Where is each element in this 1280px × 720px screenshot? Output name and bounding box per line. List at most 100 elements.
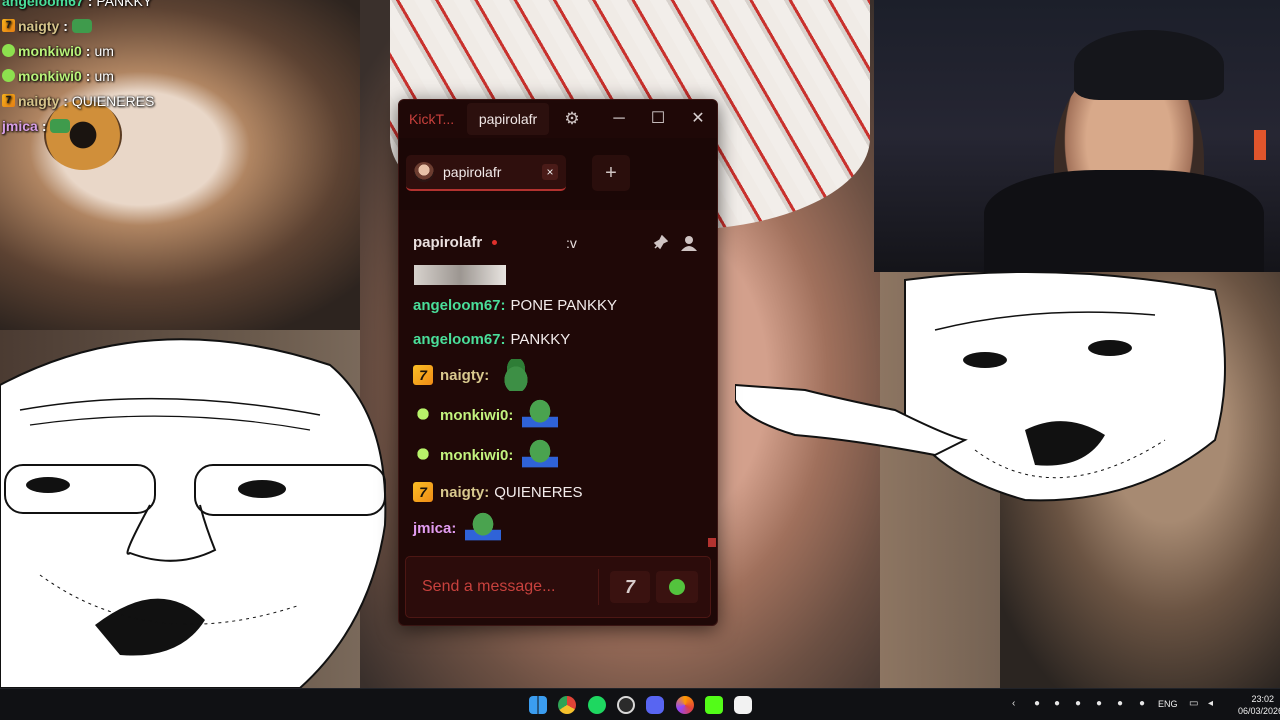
username[interactable]: monkiwi0 — [440, 407, 508, 424]
chatroom-tab-papirolafr[interactable]: papirolafr × — [406, 155, 566, 191]
channel-name: papirolafr — [413, 234, 483, 251]
separator: : — [484, 483, 490, 501]
gear-icon[interactable]: ⚙ — [563, 110, 581, 128]
tray-icon[interactable]: ● — [1034, 698, 1040, 709]
chat-header: papirolafr :v — [399, 227, 717, 261]
chatroom-tab-label: papirolafr — [443, 164, 502, 180]
discord-icon[interactable] — [646, 696, 664, 714]
username[interactable]: angeloom67 — [413, 331, 501, 348]
alien-badge-icon — [2, 69, 15, 82]
tray-icon[interactable]: ● — [1117, 698, 1123, 709]
overlay-message: um — [94, 42, 114, 59]
overlay-chat-line: jmica: — [2, 113, 332, 138]
overlay-chat-line: 7 naigty: — [2, 13, 332, 38]
alien-badge-icon — [413, 405, 433, 425]
username[interactable]: angeloom67 — [413, 297, 501, 314]
alien-badge-icon — [413, 445, 433, 465]
chat-message[interactable]: angeloom67: PANKKY — [413, 323, 570, 355]
firefox-icon[interactable] — [676, 696, 694, 714]
scrollbar[interactable] — [708, 538, 716, 547]
tray-icon[interactable]: ● — [1096, 698, 1102, 709]
overlay-message: QUIENERES — [71, 92, 155, 109]
chatroom-tabs: papirolafr × + — [399, 138, 717, 210]
seven-tv-emote-button[interactable]: 7 — [610, 571, 650, 603]
microphone-icon[interactable]: ● — [1139, 698, 1145, 709]
chat-messages: angeloom67: PONE PANKKY angeloom67: PANKKY 7… — [399, 265, 709, 551]
windows-start-icon[interactable] — [529, 696, 547, 714]
emote-icon — [522, 399, 559, 431]
username[interactable]: monkiwi0 — [440, 447, 508, 464]
overlay-message: PANKKY — [96, 0, 153, 9]
seven-tv-badge-icon: 7 — [2, 19, 15, 32]
network-icon[interactable]: ▭ — [1189, 698, 1198, 709]
avatar — [414, 162, 434, 182]
tray-icon[interactable]: ● — [1075, 698, 1081, 709]
separator: : — [500, 296, 506, 314]
stream-chat-overlay: angeloom67: PANKKY 7 naigty: monkiwi0: um monk… — [2, 0, 332, 138]
obs-icon[interactable] — [617, 696, 635, 714]
separator: : — [85, 42, 91, 59]
seven-tv-badge-icon: 7 — [2, 94, 15, 107]
tray-icon[interactable]: ● — [1054, 698, 1060, 709]
username[interactable]: naigty — [440, 367, 484, 384]
pin-icon[interactable] — [652, 234, 669, 251]
seven-tv-badge-icon: 7 — [413, 365, 433, 385]
minimize-button[interactable]: ─ — [608, 108, 630, 130]
emote-icon — [522, 439, 559, 471]
kick-icon[interactable] — [705, 696, 723, 714]
overlay-message: um — [94, 67, 114, 84]
chat-message[interactable]: 7 naigty: QUIENERES — [413, 476, 583, 508]
separator: : — [508, 406, 514, 424]
emote-icon — [50, 118, 71, 133]
divider — [598, 569, 599, 605]
kicktalk-icon[interactable] — [734, 696, 752, 714]
overlay-chat-line: angeloom67: PANKKY — [2, 0, 332, 13]
maximize-button[interactable]: ☐ — [647, 108, 669, 130]
chat-message[interactable]: monkiwi0: — [413, 439, 559, 471]
wojak-drawing-right — [735, 271, 1226, 502]
message-text: PANKKY — [510, 330, 571, 348]
overlay-username: jmica — [2, 117, 38, 134]
stream-title: :v — [566, 235, 577, 251]
message-input[interactable] — [406, 557, 596, 617]
emote-icon — [465, 512, 502, 544]
separator: : — [451, 519, 457, 537]
clock-time: 23:02 — [1251, 694, 1274, 704]
chevron-up-icon[interactable]: ‹ — [1012, 698, 1015, 709]
chat-message[interactable]: monkiwi0: — [413, 399, 559, 431]
message-text: PONE PANKKY — [510, 296, 617, 314]
message-text: QUIENERES — [494, 483, 583, 501]
taskbar: ‹ ● ● ● ● ● ● ENG ▭ ◂ 23:02 06/03/2026 — [0, 688, 1280, 720]
separator: : — [87, 0, 93, 9]
close-tab-icon[interactable]: × — [542, 164, 558, 180]
chat-message[interactable]: angeloom67: PONE PANKKY — [413, 289, 617, 321]
volume-icon[interactable]: ◂ — [1208, 698, 1213, 709]
message-image-thumbnail — [414, 265, 506, 285]
channel-title-tab[interactable]: papirolafr — [467, 103, 549, 135]
kick-emote-icon[interactable] — [656, 571, 698, 603]
webcam-feed — [874, 0, 1280, 272]
separator: : — [484, 366, 490, 384]
username[interactable]: naigty — [440, 484, 484, 501]
add-chatroom-button[interactable]: + — [592, 155, 630, 191]
separator: : — [508, 446, 514, 464]
live-indicator — [492, 240, 497, 245]
emote-icon — [498, 359, 535, 391]
separator: : — [500, 330, 506, 348]
close-button[interactable]: ✕ — [687, 108, 709, 130]
username[interactable]: jmica — [413, 520, 451, 537]
user-icon[interactable] — [680, 234, 698, 252]
chat-message[interactable]: jmica: — [413, 512, 502, 544]
chat-message[interactable]: 7 naigty: — [413, 359, 535, 391]
overlay-chat-line: monkiwi0: um — [2, 38, 332, 63]
seven-tv-badge-icon: 7 — [413, 482, 433, 502]
language-indicator[interactable]: ENG — [1158, 699, 1178, 709]
chat-input-row: 7 — [405, 556, 711, 618]
clock[interactable]: 23:02 06/03/2026 — [1238, 693, 1280, 717]
spotify-icon[interactable] — [588, 696, 606, 714]
emote-icon — [71, 18, 92, 33]
title-bar[interactable]: KickT... papirolafr ⚙ ─ ☐ ✕ — [399, 100, 717, 138]
alien-badge-icon — [2, 44, 15, 57]
chrome-icon[interactable] — [558, 696, 576, 714]
overlay-username: angeloom67 — [2, 0, 84, 9]
